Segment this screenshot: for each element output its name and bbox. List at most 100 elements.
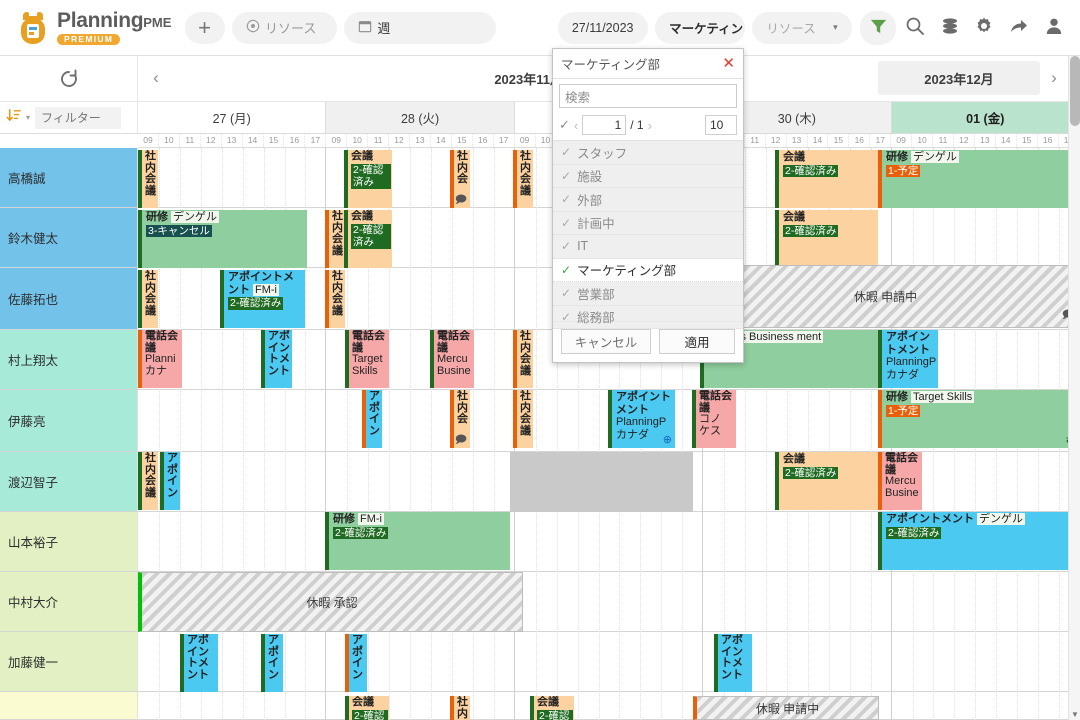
calendar-event[interactable]: 研修 デンゲル 1-予定 xyxy=(878,150,1078,208)
calendar-event[interactable]: アポイン xyxy=(160,452,180,510)
calendar-event[interactable]: アポイントメント PlanningP カナダ xyxy=(878,330,938,388)
add-icon[interactable]: ⊕ xyxy=(663,434,672,447)
calendar-event[interactable]: アポイントメント PlanningP カナダ ⊕ xyxy=(608,390,675,448)
filter-input[interactable] xyxy=(35,106,122,129)
calendar-event[interactable]: 社内会議 xyxy=(325,270,345,328)
resource-select[interactable]: リソース ▾ xyxy=(752,11,852,44)
resource-label[interactable]: 高橋誠 xyxy=(0,148,138,208)
day-header[interactable]: 27 (月) xyxy=(138,102,327,133)
calendar-event[interactable]: 研修 FM-i 2-確認済み xyxy=(325,512,510,570)
page-number-input[interactable]: 1 xyxy=(582,115,627,135)
resource-label[interactable]: 山本裕子 xyxy=(0,512,138,572)
day-header[interactable]: 01 (金) xyxy=(891,102,1080,133)
group-select[interactable]: マーケティン ▾ xyxy=(655,11,745,44)
next-period-button[interactable]: › xyxy=(1040,61,1068,95)
resource-name: 加藤健一 xyxy=(8,656,59,670)
search-button[interactable] xyxy=(899,11,931,45)
calendar-event[interactable]: アポイン xyxy=(261,634,283,692)
dropdown-item[interactable]: ✓ 施設 xyxy=(553,164,743,188)
page-next-icon[interactable]: › xyxy=(648,118,652,133)
calendar-event[interactable]: 社内会議 xyxy=(138,150,158,208)
dropdown-item[interactable]: ✓ 外部 xyxy=(553,188,743,212)
user-button[interactable] xyxy=(1038,11,1070,45)
page-size-input[interactable]: 10 xyxy=(705,115,737,135)
period-select[interactable]: 週 xyxy=(344,11,496,44)
holiday-block[interactable]: 休暇 承認 xyxy=(138,572,523,632)
resource-view-button[interactable]: リソース xyxy=(232,11,337,44)
page-prev-icon[interactable]: ‹ xyxy=(574,118,578,133)
resource-label[interactable]: 伊藤亮 xyxy=(0,390,138,452)
resource-label[interactable]: 渡辺智子 xyxy=(0,452,138,512)
calendar-event[interactable]: 会議2-確認済み xyxy=(345,696,389,720)
calendar-event[interactable]: 会議2-確認済み xyxy=(775,150,878,208)
cancel-button[interactable]: キャンセル xyxy=(561,329,651,354)
resource-label[interactable]: 中村大介 xyxy=(0,572,138,632)
database-button[interactable] xyxy=(934,11,966,45)
calendar-event[interactable]: 社内会 🗩 xyxy=(450,150,470,208)
scroll-down-icon[interactable]: ▼ xyxy=(1070,708,1080,720)
event-title: 会議 xyxy=(783,211,805,223)
calendar-event[interactable]: 社内会議 xyxy=(138,270,158,328)
calendar-event[interactable]: 社内会議 xyxy=(325,210,345,268)
select-all-icon[interactable]: ✓ xyxy=(559,117,570,133)
sort-icon[interactable] xyxy=(6,108,21,127)
close-icon[interactable]: ✕ xyxy=(722,56,735,71)
hour-header: 15 xyxy=(452,134,473,147)
calendar-event[interactable]: アポイントメント xyxy=(714,634,752,692)
resource-label[interactable]: 加藤健一 xyxy=(0,632,138,692)
calendar-event[interactable]: 会議2-確認済み xyxy=(775,210,878,268)
calendar-event[interactable]: アポイントメント デンゲル 2-確認済み xyxy=(878,512,1078,570)
share-button[interactable] xyxy=(1003,11,1035,45)
calendar-event[interactable]: 会議2-確認済み xyxy=(775,452,878,510)
calendar-event[interactable]: 社内 xyxy=(450,696,470,720)
dropdown-item[interactable]: ✓ スタッフ xyxy=(553,141,743,165)
dropdown-item[interactable]: ✓ マーケティング部 xyxy=(553,258,743,282)
calendar-event[interactable]: アポイン xyxy=(345,634,367,692)
calendar-event[interactable]: 電話会議 Mercu Busine xyxy=(878,452,922,510)
dropdown-item[interactable]: ✓ 計画中 xyxy=(553,211,743,235)
holiday-block[interactable]: 休暇 申請中🗩 xyxy=(693,265,1078,328)
resource-select-placeholder: リソース xyxy=(766,22,816,36)
calendar-event[interactable]: アポイン xyxy=(362,390,382,448)
calendar-event[interactable]: アポイントメント xyxy=(180,634,218,692)
event-title: 社内会 xyxy=(457,390,468,425)
day-header[interactable]: 28 (火) xyxy=(326,102,515,133)
calendar-event[interactable]: 会議2-確認済み xyxy=(344,210,392,268)
calendar-event[interactable]: 社内会議 xyxy=(513,150,533,208)
vertical-scrollbar[interactable]: ▲ ▼ xyxy=(1068,56,1080,720)
calendar-event[interactable]: 電話会議 コノ ケス xyxy=(692,390,736,448)
resource-label[interactable]: 鈴木健太 xyxy=(0,208,138,268)
refresh-button[interactable] xyxy=(0,56,138,102)
date-field[interactable]: 27/11/2023 xyxy=(557,11,648,44)
event-title: 社内会議 xyxy=(520,330,531,377)
calendar-event[interactable]: アポイントメント FM-i 2-確認済み xyxy=(220,270,305,328)
event-status: 2-確認済み xyxy=(333,526,389,539)
apply-button[interactable]: 適用 xyxy=(659,329,735,354)
calendar-event[interactable]: 会議2-確認済み xyxy=(344,150,392,208)
add-button[interactable]: + xyxy=(184,11,225,44)
calendar-event[interactable]: 社内会議 xyxy=(138,452,158,510)
dropdown-item[interactable]: ✓ 営業部 xyxy=(553,282,743,306)
dropdown-search-input[interactable]: 検索 xyxy=(559,84,737,108)
resource-label[interactable]: 佐藤拓也 xyxy=(0,268,138,330)
scrollbar-thumb[interactable] xyxy=(1070,56,1080,126)
calendar-event[interactable]: 研修Target Skills1-予定⇄ xyxy=(878,390,1078,448)
calendar-event[interactable]: 電話会議 Mercu Busine xyxy=(430,330,474,388)
calendar-event[interactable]: 電話会議 Planni カナ xyxy=(138,330,182,388)
calendar-event[interactable]: 社内会 🗩 xyxy=(450,390,470,448)
calendar-event[interactable]: 社内会議 xyxy=(513,330,533,388)
chevron-down-icon[interactable]: ▾ xyxy=(26,113,30,122)
calendar-event[interactable]: 電話会議 Target Skills xyxy=(345,330,389,388)
resource-label[interactable]: 村上翔太 xyxy=(0,330,138,390)
calendar-event[interactable]: 会議2-確認済み xyxy=(530,696,574,720)
filter-button[interactable] xyxy=(860,10,896,45)
prev-period-button[interactable]: ‹ xyxy=(142,61,170,95)
dropdown-item[interactable]: ✓ IT xyxy=(553,235,743,259)
settings-button[interactable] xyxy=(969,11,1001,45)
calendar-event[interactable]: アポイントメント xyxy=(261,330,292,388)
resource-label[interactable] xyxy=(0,692,138,720)
calendar-event[interactable]: 社内会議 xyxy=(513,390,533,448)
event-subtitle: Mercu Busine xyxy=(885,475,919,499)
calendar-event[interactable]: 研修 デンゲル 3-キャンセル xyxy=(138,210,307,268)
holiday-block[interactable]: 休暇 申請中 xyxy=(693,696,879,720)
